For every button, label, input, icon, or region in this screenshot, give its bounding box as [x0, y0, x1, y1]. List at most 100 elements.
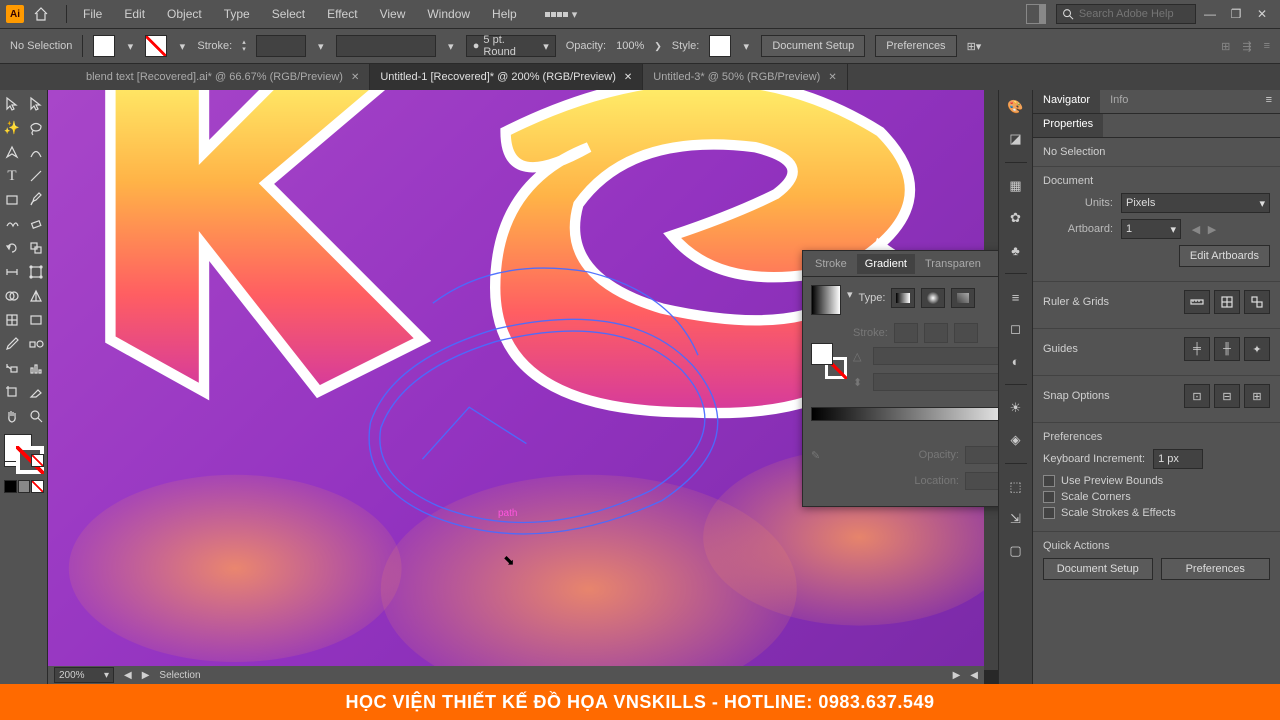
- selection-tool[interactable]: [0, 92, 24, 116]
- symbols-icon[interactable]: ♣: [1005, 239, 1027, 261]
- scale-tool[interactable]: [24, 236, 48, 260]
- eraser-tool[interactable]: [24, 212, 48, 236]
- smart-guides[interactable]: ✦: [1244, 337, 1270, 361]
- style-swatch[interactable]: [709, 35, 731, 57]
- width-tool[interactable]: [0, 260, 24, 284]
- zoom-tool[interactable]: [24, 404, 48, 428]
- panel-menu-icon[interactable]: ≡: [1258, 90, 1280, 113]
- arrange-icon[interactable]: ⇶: [1242, 40, 1251, 53]
- menu-view[interactable]: View: [370, 3, 416, 25]
- doc-tab-1[interactable]: Untitled-1 [Recovered]* @ 200% (RGB/Prev…: [370, 64, 643, 90]
- align-icon[interactable]: ⊞▾: [967, 40, 982, 53]
- units-select[interactable]: Pixels▾: [1121, 193, 1270, 213]
- menu-select[interactable]: Select: [262, 3, 315, 25]
- gradient-type-radial[interactable]: [921, 288, 945, 308]
- zoom-level[interactable]: 200%▾: [54, 667, 114, 683]
- artboard-prev[interactable]: ◀: [1189, 220, 1203, 238]
- panel-tab-gradient[interactable]: Gradient: [857, 254, 915, 274]
- brush-definition[interactable]: [336, 35, 436, 57]
- help-search-input[interactable]: [1079, 8, 1191, 20]
- gradient-slider[interactable]: [811, 407, 998, 421]
- qa-document-setup[interactable]: Document Setup: [1043, 558, 1153, 580]
- fill-swatch[interactable]: [93, 35, 115, 57]
- type-tool[interactable]: T: [0, 164, 24, 188]
- opacity-value[interactable]: 100%: [616, 40, 644, 52]
- gradient-preview[interactable]: [811, 285, 841, 315]
- pen-tool[interactable]: [0, 140, 24, 164]
- stroke-dropdown[interactable]: ▾: [177, 36, 187, 56]
- window-close[interactable]: ✕: [1250, 4, 1274, 24]
- menu-edit[interactable]: Edit: [114, 3, 155, 25]
- close-icon[interactable]: ✕: [828, 72, 836, 83]
- eyedropper-tool[interactable]: [0, 332, 24, 356]
- doc-tab-0[interactable]: blend text [Recovered].ai* @ 66.67% (RGB…: [76, 64, 370, 90]
- screen-mode-full[interactable]: [18, 480, 31, 493]
- artboard-tool[interactable]: [0, 380, 24, 404]
- transparency-panel-icon[interactable]: ◐: [1005, 350, 1027, 372]
- gradient-tool[interactable]: [24, 308, 48, 332]
- snap-grid[interactable]: ⊞: [1244, 384, 1270, 408]
- workspace-layout-icon[interactable]: [1026, 4, 1046, 24]
- symbol-sprayer-tool[interactable]: [0, 356, 24, 380]
- stroke-swatch[interactable]: [145, 35, 167, 57]
- home-icon[interactable]: [32, 5, 50, 23]
- curvature-tool[interactable]: [24, 140, 48, 164]
- doc-tab-2[interactable]: Untitled-3* @ 50% (RGB/Preview) ✕: [643, 64, 847, 90]
- artboards-icon[interactable]: ▢: [1005, 540, 1027, 562]
- info-tab[interactable]: Info: [1100, 90, 1138, 113]
- shaper-tool[interactable]: [0, 212, 24, 236]
- panel-tab-transparency[interactable]: Transparen: [917, 254, 989, 274]
- stroke-panel-icon[interactable]: ≡: [1005, 286, 1027, 308]
- close-icon[interactable]: ✕: [351, 72, 359, 83]
- edit-artboards-button[interactable]: Edit Artboards: [1179, 245, 1270, 267]
- gradient-fill-stroke[interactable]: [811, 343, 847, 379]
- menu-help[interactable]: Help: [482, 3, 527, 25]
- menu-file[interactable]: File: [73, 3, 112, 25]
- window-maximize[interactable]: ❐: [1224, 4, 1248, 24]
- free-transform-tool[interactable]: [24, 260, 48, 284]
- workspace-grid-icon[interactable]: [545, 12, 568, 17]
- artboard-select[interactable]: 1▾: [1121, 219, 1181, 239]
- keyboard-increment-input[interactable]: 1 px: [1153, 449, 1203, 469]
- column-graph-tool[interactable]: [24, 356, 48, 380]
- line-tool[interactable]: [24, 164, 48, 188]
- blend-tool[interactable]: [24, 332, 48, 356]
- mesh-tool[interactable]: [0, 308, 24, 332]
- panel-tab-stroke[interactable]: Stroke: [807, 254, 855, 274]
- screen-mode-presentation[interactable]: [31, 480, 44, 493]
- graphic-styles-icon[interactable]: ◈: [1005, 429, 1027, 451]
- slice-tool[interactable]: [24, 380, 48, 404]
- grid-view-icon[interactable]: ⊞: [1221, 40, 1230, 53]
- properties-tab[interactable]: Properties: [1033, 114, 1103, 137]
- brushes-icon[interactable]: ✿: [1005, 207, 1027, 229]
- guides-lock[interactable]: ╫: [1214, 337, 1240, 361]
- rotate-tool[interactable]: [0, 236, 24, 260]
- menu-window[interactable]: Window: [417, 3, 480, 25]
- use-preview-bounds-check[interactable]: Use Preview Bounds: [1043, 475, 1270, 487]
- gradient-panel-icon[interactable]: ◻: [1005, 318, 1027, 340]
- preferences-button[interactable]: Preferences: [875, 35, 956, 57]
- color-panel-icon[interactable]: 🎨: [1005, 96, 1027, 118]
- fill-dropdown[interactable]: ▾: [125, 36, 135, 56]
- scale-corners-check[interactable]: Scale Corners: [1043, 491, 1270, 503]
- transparency-grid-toggle[interactable]: [1244, 290, 1270, 314]
- scale-strokes-check[interactable]: Scale Strokes & Effects: [1043, 507, 1270, 519]
- guides-show[interactable]: ╪: [1184, 337, 1210, 361]
- close-icon[interactable]: ✕: [624, 72, 632, 83]
- magic-wand-tool[interactable]: ✨: [0, 116, 24, 140]
- menu-object[interactable]: Object: [157, 3, 212, 25]
- direct-selection-tool[interactable]: [24, 92, 48, 116]
- fill-stroke-indicator[interactable]: [0, 432, 48, 474]
- perspective-tool[interactable]: [24, 284, 48, 308]
- color-mode-none[interactable]: [31, 454, 44, 467]
- window-minimize[interactable]: —: [1198, 4, 1222, 24]
- layers-icon[interactable]: ⬚: [1005, 476, 1027, 498]
- stroke-profile[interactable]: ● 5 pt. Round ▾: [466, 35, 556, 57]
- hand-tool[interactable]: [0, 404, 24, 428]
- shape-builder-tool[interactable]: [0, 284, 24, 308]
- paintbrush-tool[interactable]: [24, 188, 48, 212]
- list-icon[interactable]: ≡: [1264, 40, 1270, 53]
- lasso-tool[interactable]: [24, 116, 48, 140]
- gradient-type-freeform[interactable]: [951, 288, 975, 308]
- screen-mode-normal[interactable]: [4, 480, 17, 493]
